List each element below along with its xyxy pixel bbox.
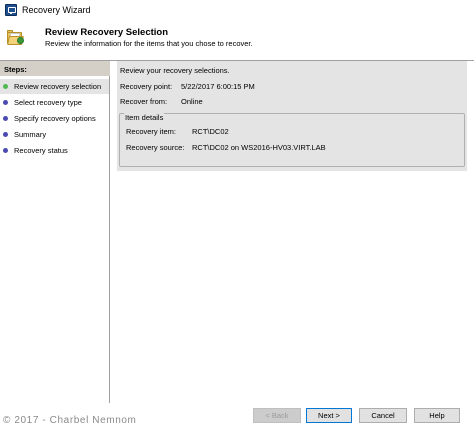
recover-from-value: Online <box>181 97 203 106</box>
item-details-title: Item details <box>124 113 165 122</box>
review-panel: Review your recovery selections. Recover… <box>117 61 467 171</box>
step-recovery-status[interactable]: Recovery status <box>0 143 109 158</box>
recovery-wizard-window: Recovery Wizard Review Recovery Selectio… <box>0 0 474 430</box>
page-subtitle: Review the information for the items tha… <box>45 39 253 48</box>
page-title: Review Recovery Selection <box>45 27 169 38</box>
step-status-dot-icon <box>3 148 8 153</box>
recovery-source-row: Recovery source: RCT\DC02 on WS2016-HV03.… <box>126 143 326 152</box>
step-summary[interactable]: Summary <box>0 127 109 142</box>
copyright-watermark: © 2017 - Charbel Nemnom <box>3 415 137 426</box>
step-label: Recovery status <box>14 146 68 155</box>
back-button[interactable]: < Back <box>253 408 301 423</box>
title-bar: Recovery Wizard <box>0 0 474 21</box>
steps-heading: Steps: <box>4 65 27 74</box>
wizard-footer: © 2017 - Charbel Nemnom < Back Next > Ca… <box>0 403 474 430</box>
review-heading: Review your recovery selections. <box>120 66 230 75</box>
step-label: Select recovery type <box>14 98 82 107</box>
step-review-recovery-selection[interactable]: Review recovery selection <box>0 79 109 94</box>
step-label: Summary <box>14 130 47 139</box>
step-specify-recovery-options[interactable]: Specify recovery options <box>0 111 109 126</box>
step-status-dot-icon <box>3 84 8 89</box>
cancel-button[interactable]: Cancel <box>359 408 407 423</box>
step-status-dot-icon <box>3 100 8 105</box>
recovery-source-label: Recovery source: <box>126 143 185 152</box>
item-details-group: Item details Recovery item: RCT\DC02 Reco… <box>119 113 465 167</box>
recovery-point-label: Recovery point: <box>120 82 173 91</box>
help-button[interactable]: Help <box>414 408 460 423</box>
recover-from-row: Recover from: Online <box>120 97 203 106</box>
step-status-dot-icon <box>3 116 8 121</box>
recovery-item-value: RCT\DC02 <box>192 127 229 136</box>
content-area: Review your recovery selections. Recover… <box>111 61 474 403</box>
step-status-dot-icon <box>3 132 8 137</box>
steps-header: Steps: <box>0 61 110 76</box>
window-title: Recovery Wizard <box>22 5 91 15</box>
recovery-point-value: 5/22/2017 6:00:15 PM <box>181 82 255 91</box>
recovery-item-label: Recovery item: <box>126 127 177 136</box>
step-select-recovery-type[interactable]: Select recovery type <box>0 95 109 110</box>
step-label: Review recovery selection <box>14 82 102 91</box>
backup-app-icon <box>5 4 17 16</box>
wizard-header: Review Recovery Selection Review the inf… <box>0 21 474 60</box>
recover-from-label: Recover from: <box>120 97 168 106</box>
recovery-source-value: RCT\DC02 on WS2016-HV03.VIRT.LAB <box>192 143 326 152</box>
folder-recovery-icon <box>7 30 24 45</box>
recovery-point-row: Recovery point: 5/22/2017 6:00:15 PM <box>120 82 255 91</box>
steps-panel: Steps: Review recovery selection Select … <box>0 61 110 403</box>
step-label: Specify recovery options <box>14 114 96 123</box>
next-button[interactable]: Next > <box>306 408 352 423</box>
recovery-item-row: Recovery item: RCT\DC02 <box>126 127 229 136</box>
